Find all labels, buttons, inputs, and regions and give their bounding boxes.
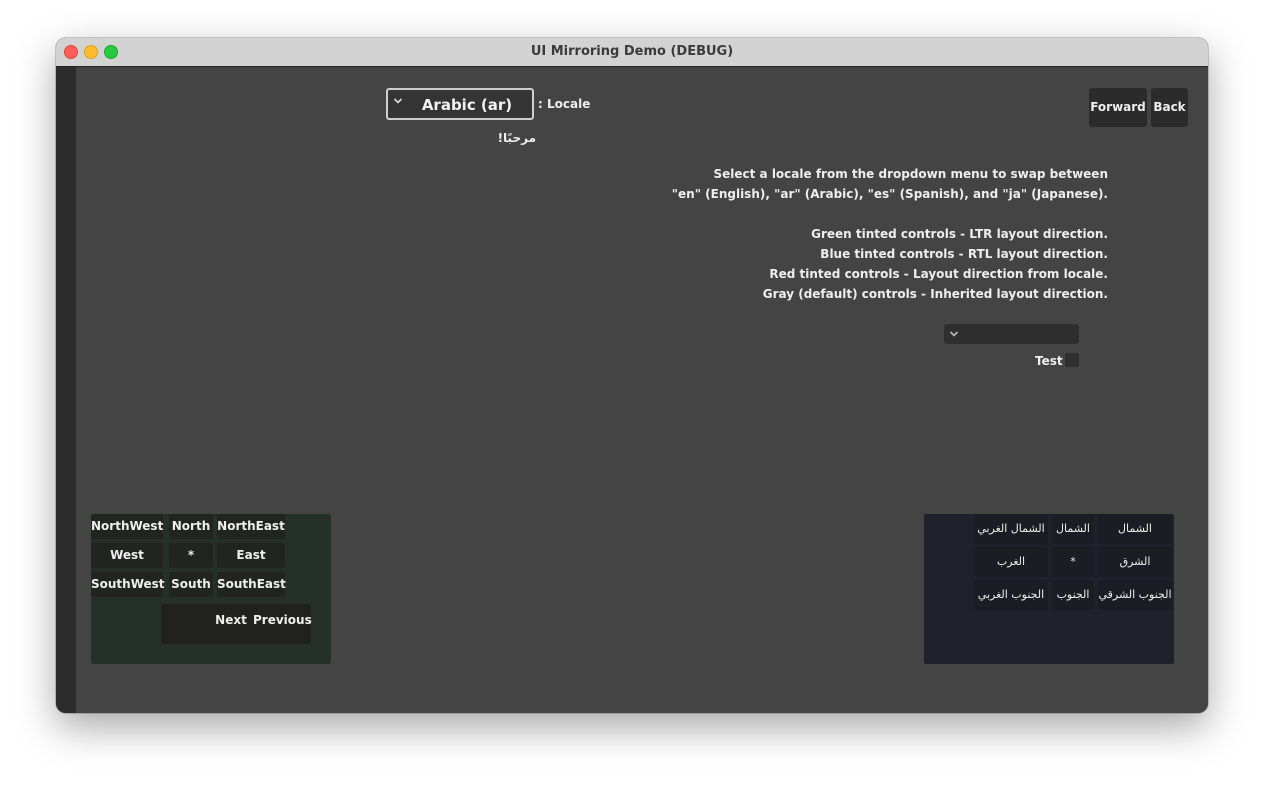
east-button[interactable]: East — [217, 543, 285, 568]
next-previous-group: Next Previous — [161, 604, 312, 644]
instruction-line: Red tinted controls - Layout direction f… — [769, 267, 1108, 281]
locale-dropdown[interactable]: Arabic (ar) — [386, 88, 534, 120]
rtl-center-button[interactable]: * — [1052, 547, 1094, 577]
chevron-down-icon — [949, 331, 959, 337]
instruction-line: "en" (English), "ar" (Arabic), "es" (Spa… — [671, 187, 1108, 201]
test-checkbox-label: Test — [1035, 354, 1063, 368]
next-button[interactable]: Next — [213, 604, 249, 644]
rtl-south-button[interactable]: الجنوب — [1052, 580, 1094, 610]
left-sidebar-strip — [56, 67, 76, 713]
rtl-north-button[interactable]: الشمال — [1052, 514, 1094, 544]
instruction-line: Select a locale from the dropdown menu t… — [713, 167, 1108, 181]
rtl-southwest-button[interactable]: الجنوب الغربي — [974, 580, 1048, 610]
instruction-line: Green tinted controls - LTR layout direc… — [811, 227, 1108, 241]
test-checkbox[interactable] — [1065, 353, 1079, 367]
rtl-west-button[interactable]: الغرب — [974, 547, 1048, 577]
instruction-line — [672, 204, 1108, 224]
northwest-button[interactable]: NorthWest — [91, 514, 163, 539]
rtl-northeast-button[interactable]: الشمال الشرقي — [1098, 514, 1172, 565]
west-button[interactable]: West — [91, 543, 163, 568]
southwest-button[interactable]: SouthWest — [91, 572, 165, 597]
instruction-line: Blue tinted controls - RTL layout direct… — [820, 247, 1108, 261]
rtl-east-button[interactable]: الشرق — [1098, 547, 1172, 577]
back-button[interactable]: Back — [1151, 88, 1188, 127]
locale-dropdown-value: Arabic (ar) — [421, 96, 513, 114]
greeting-text: مرحبًا! — [497, 131, 536, 145]
test-dropdown[interactable] — [944, 324, 1079, 344]
rtl-panel: الشمال الشرقي الشمال الشمال الغربي الشرق… — [924, 514, 1174, 664]
south-button[interactable]: South — [169, 572, 213, 597]
instructions-text: Select a locale from the dropdown menu t… — [672, 164, 1108, 304]
forward-button[interactable]: Forward — [1089, 88, 1147, 127]
main-content: Arabic (ar) : Locale مرحبًا! Forward Bac… — [56, 67, 1208, 713]
north-button[interactable]: North — [169, 514, 213, 539]
instruction-line: Gray (default) controls - Inherited layo… — [762, 287, 1108, 301]
ltr-panel: NorthWest North NorthEast West * East So… — [91, 514, 331, 664]
window-title: UI Mirroring Demo (DEBUG) — [530, 44, 734, 59]
center-button[interactable]: * — [169, 543, 213, 568]
rtl-southeast-button[interactable]: الجنوب الشرقي — [1098, 580, 1172, 610]
northeast-button[interactable]: NorthEast — [217, 514, 285, 539]
rtl-northwest-button[interactable]: الشمال الغربي — [974, 514, 1048, 544]
southeast-button[interactable]: SouthEast — [217, 572, 286, 597]
app-window: UI Mirroring Demo (DEBUG) Arabic (ar) : … — [56, 38, 1208, 713]
title-bar: UI Mirroring Demo (DEBUG) — [56, 38, 1208, 67]
previous-button[interactable]: Previous — [253, 604, 312, 644]
locale-label: : Locale — [538, 97, 591, 111]
